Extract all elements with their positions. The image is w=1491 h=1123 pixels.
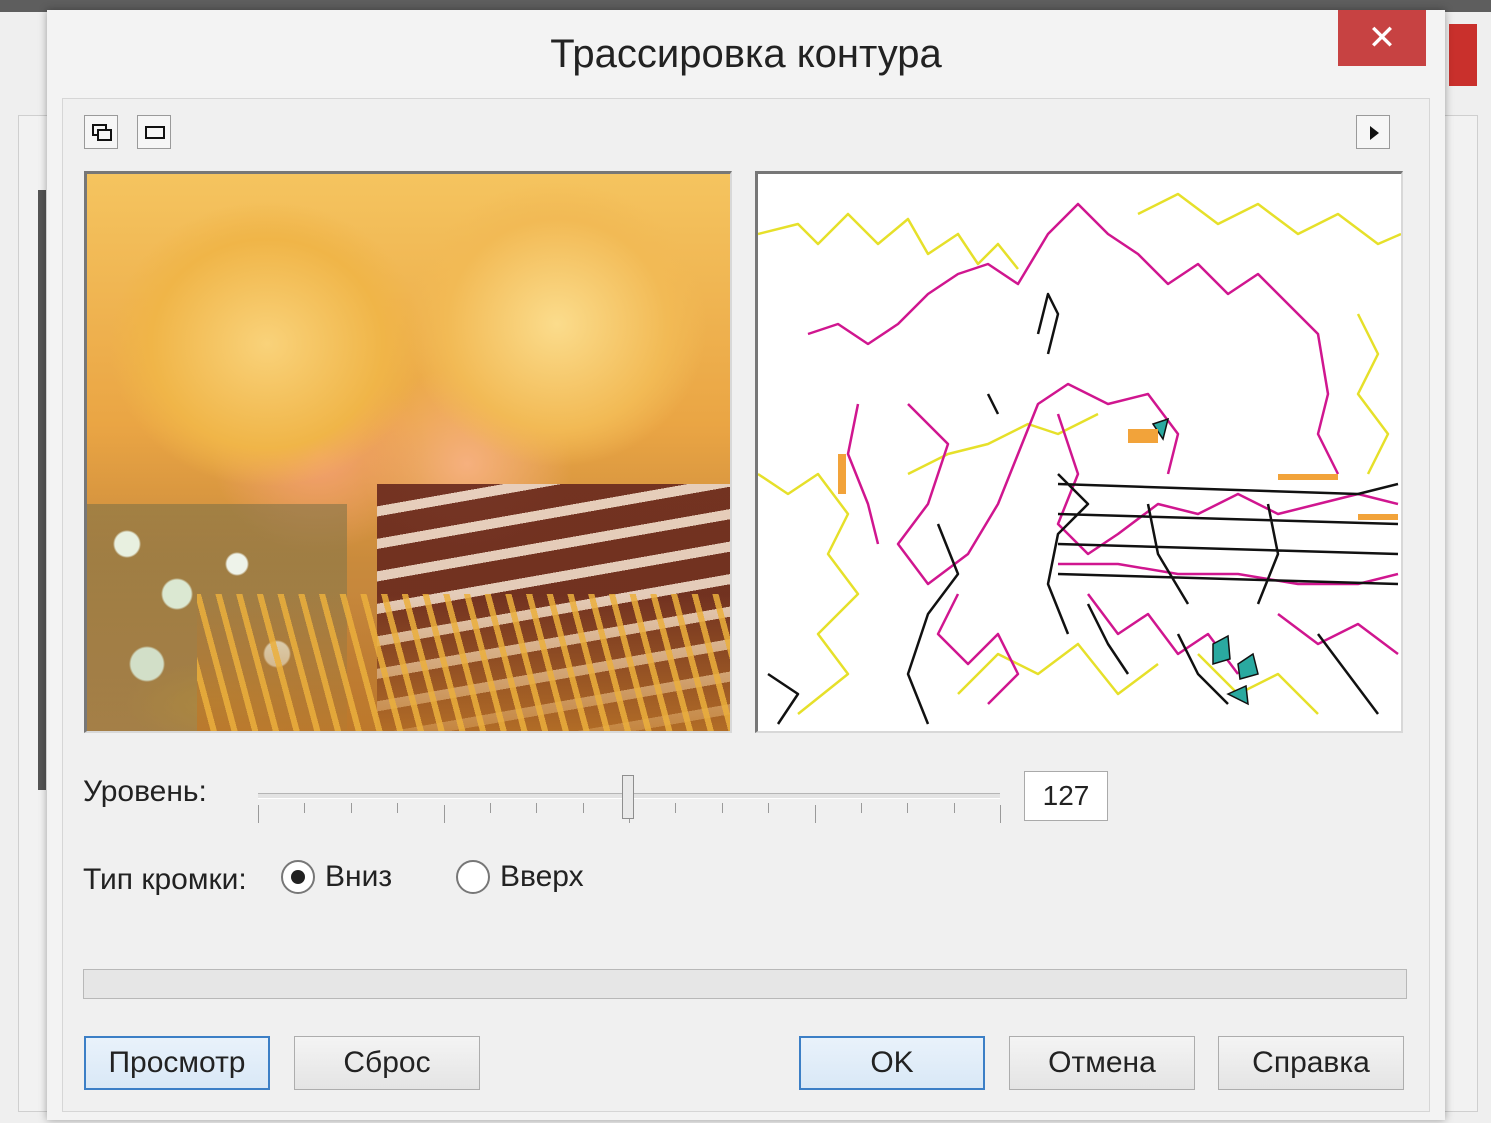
help-button[interactable]: Справка xyxy=(1218,1036,1404,1090)
contour-tracing-dialog: Трассировка контура ✕ Уровень: 127 Тип к… xyxy=(47,10,1445,1120)
wheat-area xyxy=(197,594,730,731)
close-button[interactable]: ✕ xyxy=(1338,10,1426,66)
contour-drawing xyxy=(758,192,1401,725)
level-slider-thumb[interactable] xyxy=(622,775,634,819)
slider-tick xyxy=(583,803,584,813)
edge-type-up-label: Вверх xyxy=(500,860,584,893)
slider-tick xyxy=(490,803,491,813)
slider-tick xyxy=(304,803,305,813)
reset-button[interactable]: Сброс xyxy=(294,1036,480,1090)
split-view-icon xyxy=(92,124,112,141)
expand-arrow-icon xyxy=(1370,126,1379,140)
dialog-title: Трассировка контура xyxy=(550,32,942,76)
edge-type-down-label: Вниз xyxy=(325,860,393,893)
title-bar[interactable]: Трассировка контура ✕ xyxy=(47,10,1445,98)
level-label: Уровень: xyxy=(83,775,207,808)
traced-image-preview xyxy=(755,171,1403,733)
split-view-button[interactable] xyxy=(84,115,118,149)
slider-tick xyxy=(954,803,955,813)
slider-tick xyxy=(768,803,769,813)
original-image-preview xyxy=(84,171,732,733)
edge-type-up-radio[interactable]: Вверх xyxy=(456,857,584,897)
radio-checked-icon xyxy=(281,860,315,894)
background-close-button xyxy=(1449,24,1477,86)
preview-button[interactable]: Просмотр xyxy=(84,1036,270,1090)
edge-type-label: Тип кромки: xyxy=(83,863,247,896)
single-view-button[interactable] xyxy=(137,115,171,149)
slider-tick xyxy=(351,803,352,813)
slider-tick xyxy=(397,803,398,813)
background-scrollbar xyxy=(38,190,46,790)
single-view-icon xyxy=(145,126,165,139)
slider-tick xyxy=(258,805,259,823)
ok-button[interactable]: OK xyxy=(799,1036,985,1090)
level-slider[interactable] xyxy=(258,769,1001,829)
progress-bar xyxy=(83,969,1407,999)
radio-unchecked-icon xyxy=(456,860,490,894)
cancel-button[interactable]: Отмена xyxy=(1009,1036,1195,1090)
slider-tick xyxy=(907,803,908,813)
edge-type-down-radio[interactable]: Вниз xyxy=(281,857,392,897)
slider-tick xyxy=(444,805,445,823)
slider-tick xyxy=(675,803,676,813)
close-icon: ✕ xyxy=(1367,19,1397,57)
slider-tick xyxy=(815,805,816,823)
expand-menu-button[interactable] xyxy=(1356,115,1390,149)
slider-tick xyxy=(1000,805,1001,823)
slider-tick xyxy=(861,803,862,813)
slider-tick xyxy=(722,803,723,813)
level-value-input[interactable]: 127 xyxy=(1024,771,1108,821)
dialog-client-area: Уровень: 127 Тип кромки: Вниз Вверх Прос… xyxy=(62,98,1430,1112)
slider-tick xyxy=(536,803,537,813)
